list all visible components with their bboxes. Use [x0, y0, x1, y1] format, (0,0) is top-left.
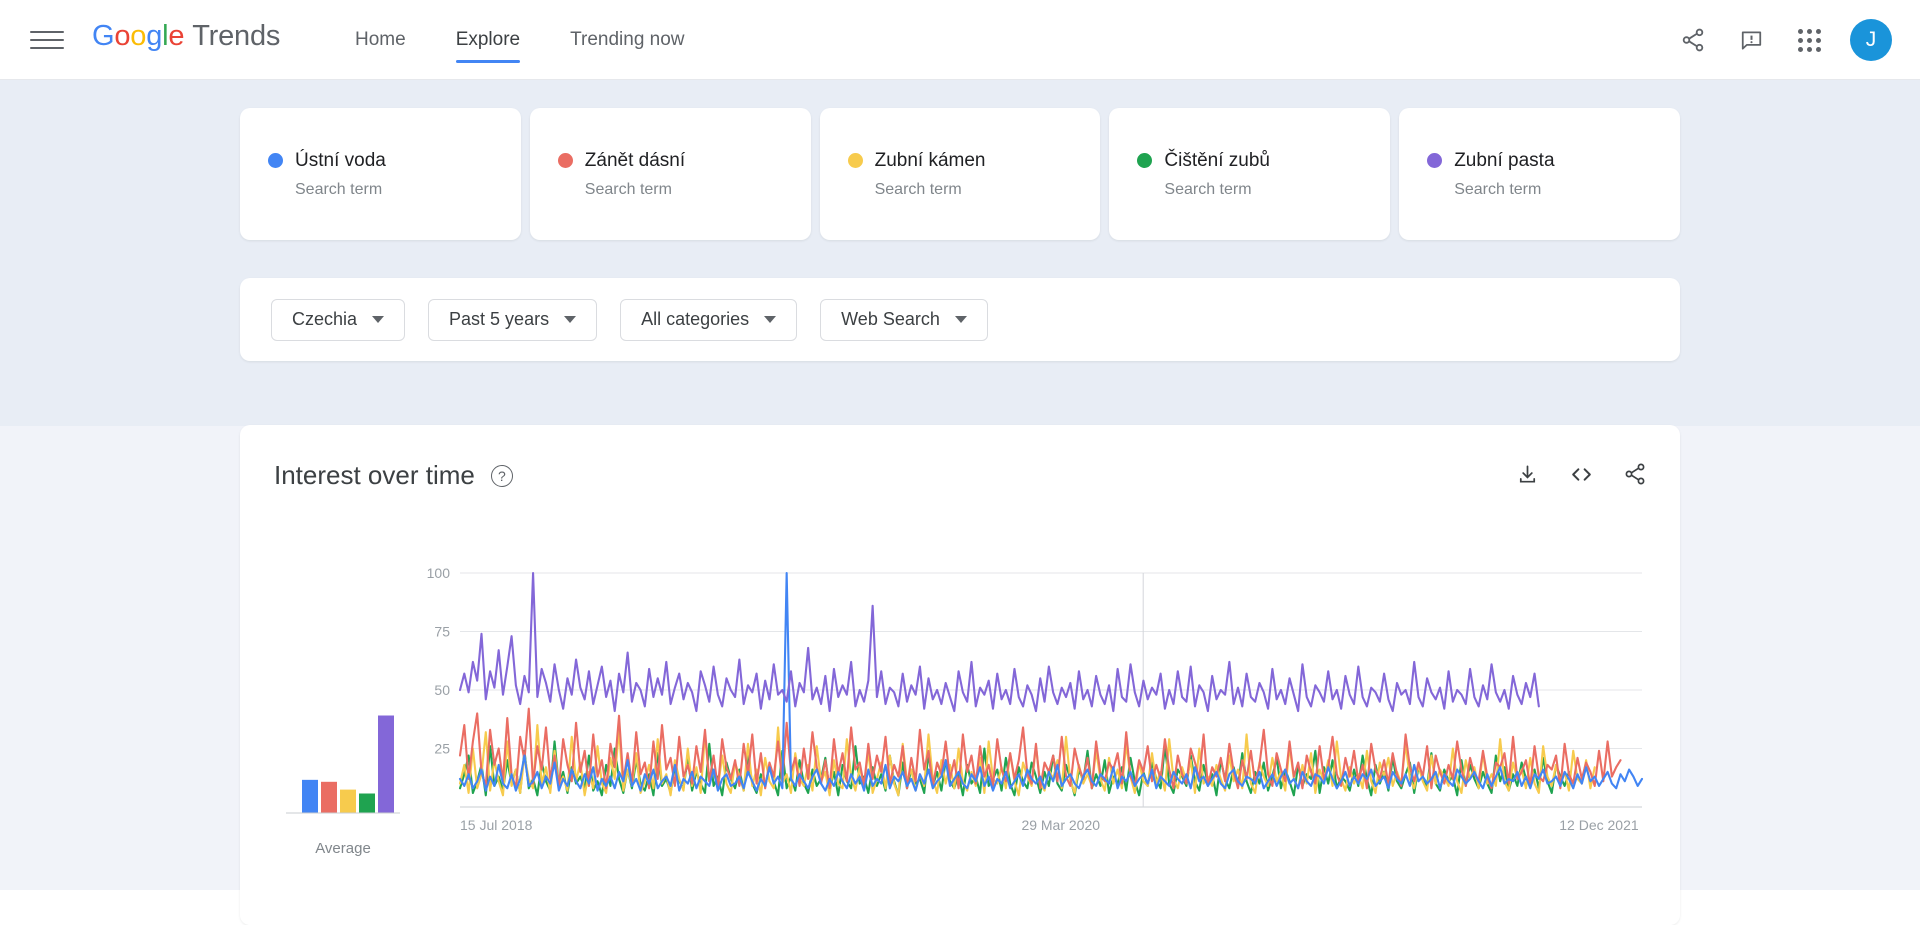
filter-time-range[interactable]: Past 5 years — [428, 298, 598, 341]
average-bar — [321, 781, 337, 813]
filter-location-label: Czechia — [292, 309, 358, 329]
hamburger-bar — [30, 31, 64, 33]
chart-actions — [1514, 461, 1648, 487]
search-term-type: Search term — [1164, 180, 1252, 198]
search-term-type: Search term — [874, 180, 962, 198]
search-term-card[interactable]: Ústní voda Search term — [240, 108, 521, 240]
feedback-icon[interactable] — [1722, 11, 1780, 69]
series-color-dot — [847, 153, 863, 168]
average-bar — [378, 715, 394, 813]
average-bar — [302, 779, 318, 813]
search-term-type: Search term — [1454, 180, 1542, 198]
filter-category[interactable]: All categories — [620, 298, 798, 341]
series-color-dot — [557, 153, 573, 168]
filter-bar: Czechia Past 5 years All categories Web … — [240, 278, 1680, 361]
tab-trending-now-label: Trending now — [570, 29, 685, 50]
svg-text:25: 25 — [434, 741, 450, 757]
help-icon[interactable]: ? — [490, 464, 513, 487]
help-glyph: ? — [497, 467, 506, 484]
share-icon[interactable] — [1664, 11, 1722, 69]
top-app-bar: Google Trends Home Explore Trending now — [0, 0, 1920, 80]
google-apps-icon[interactable] — [1780, 11, 1838, 69]
search-term-name: Zubní pasta — [1454, 149, 1555, 171]
chevron-down-icon — [564, 316, 577, 323]
avatar[interactable]: J — [1850, 19, 1892, 61]
filter-search-type-label: Web Search — [841, 309, 940, 329]
filter-time-range-label: Past 5 years — [449, 309, 550, 329]
hamburger-menu-icon[interactable] — [30, 24, 64, 56]
top-bar-actions: J — [1664, 0, 1898, 80]
tab-trending-now[interactable]: Trending now — [545, 0, 709, 80]
interest-over-time-card: Interest over time ? Average 25 50 75 10… — [240, 425, 1680, 925]
search-term-name: Zánět dásní — [584, 149, 686, 171]
hamburger-bar — [30, 39, 64, 41]
search-term-card[interactable]: Zánět dásní Search term — [529, 108, 811, 240]
x-axis-tick-label: 15 Jul 2018 — [460, 817, 533, 833]
page-title: Interest over time — [274, 460, 475, 490]
svg-text:100: 100 — [427, 565, 451, 581]
tab-home[interactable]: Home — [330, 0, 431, 80]
svg-text:75: 75 — [434, 624, 450, 640]
chevron-down-icon — [372, 316, 385, 323]
search-term-name: Čištění zubů — [1164, 149, 1271, 171]
chevron-down-icon — [954, 316, 967, 323]
search-term-name: Zubní kámen — [874, 149, 986, 171]
search-term-cards: Ústní voda Search term Zánět dásní Searc… — [240, 108, 1680, 240]
filter-location[interactable]: Czechia — [271, 298, 406, 341]
filter-category-label: All categories — [641, 309, 750, 329]
share-icon[interactable] — [1622, 461, 1648, 487]
apps-grid-dots — [1797, 28, 1821, 52]
average-bar-chart: Average — [268, 565, 418, 925]
search-term-card[interactable]: Zubní kámen Search term — [819, 108, 1101, 240]
tab-home-label: Home — [355, 29, 406, 50]
tab-explore-label: Explore — [455, 29, 521, 50]
series-color-dot — [1137, 153, 1153, 168]
search-term-card[interactable]: Zubní pasta Search term — [1399, 108, 1680, 240]
average-bar — [340, 789, 356, 813]
avatar-initial: J — [1865, 28, 1877, 51]
search-term-name: Ústní voda — [295, 149, 386, 171]
svg-text:50: 50 — [434, 682, 450, 698]
x-axis-tick-label: 12 Dec 2021 — [1559, 817, 1639, 833]
average-label: Average — [315, 840, 371, 857]
hamburger-bar — [30, 47, 64, 49]
search-term-type: Search term — [295, 180, 383, 198]
filter-search-type[interactable]: Web Search — [820, 298, 988, 341]
google-trends-logo[interactable]: Google Trends — [92, 20, 280, 53]
tab-explore[interactable]: Explore — [431, 0, 545, 80]
chart-header: Interest over time ? — [274, 460, 513, 491]
average-bars-svg — [286, 715, 400, 814]
search-term-type: Search term — [584, 180, 672, 198]
download-icon[interactable] — [1514, 461, 1540, 487]
series-color-dot — [1427, 153, 1443, 168]
series-color-dot — [268, 153, 283, 168]
main-navigation: Home Explore Trending now — [330, 0, 710, 80]
timeseries-svg[interactable]: 25 50 75 100 — [420, 565, 1660, 855]
chevron-down-icon — [764, 316, 777, 323]
chart-plot-area: Average 25 50 75 100 15 Jul 2018 29 Mar 2020… — [240, 565, 1680, 925]
search-term-card[interactable]: Čištění zubů Search term — [1109, 108, 1391, 240]
x-axis-tick-label: 29 Mar 2020 — [1021, 817, 1101, 833]
embed-code-icon[interactable] — [1568, 461, 1594, 487]
average-bar — [359, 793, 375, 813]
x-axis-labels: 15 Jul 2018 29 Mar 2020 12 Dec 2021 — [420, 817, 1660, 847]
